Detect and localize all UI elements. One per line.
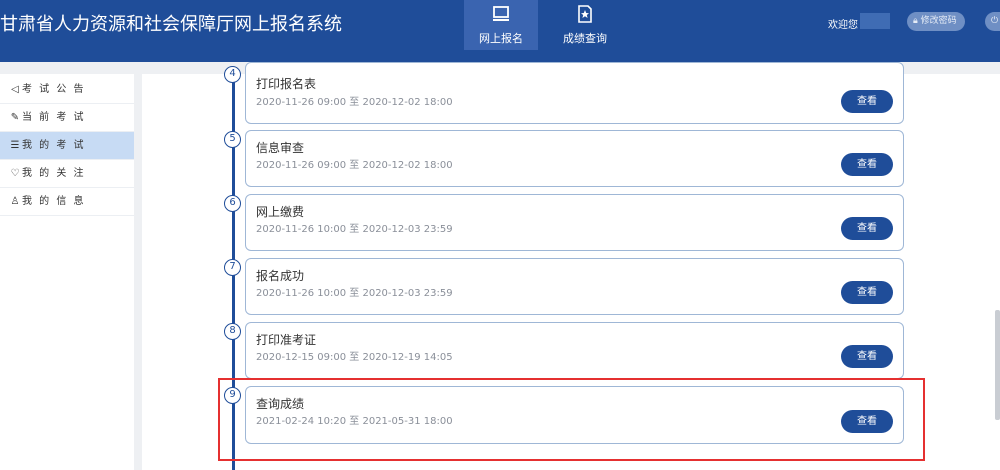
step-date: 2020-11-26 10:00 至 2020-12-03 23:59 [256, 288, 453, 299]
sidebar-item-label: 我 的 信 息 [22, 196, 86, 207]
step-title: 信息审查 [256, 141, 305, 155]
sidebar-item-label: 当 前 考 试 [22, 112, 86, 123]
step-card: 报名成功 2020-11-26 10:00 至 2020-12-03 23:59… [245, 258, 904, 315]
change-password-button[interactable]: 🔒︎ 修改密码 [907, 12, 965, 31]
speaker-icon: ◁ [11, 84, 19, 95]
list-icon: ☰ [10, 140, 20, 151]
logout-button[interactable]: ⏻ 退 [985, 12, 1000, 31]
step-date: 2020-12-15 09:00 至 2020-12-19 14:05 [256, 352, 453, 363]
nav-online-registration[interactable]: 网上报名 [464, 0, 538, 50]
sidebar-item-my-exams[interactable]: ☰ 我 的 考 试 [0, 132, 134, 160]
power-icon: ⏻ [991, 16, 999, 26]
sidebar: ◁ 考 试 公 告 ✎ 当 前 考 试 ☰ 我 的 考 试 ♡ 我 的 关 注 ♙ 我 的… [0, 74, 134, 470]
view-button[interactable]: 查看 [841, 90, 893, 113]
step-number: 4 [224, 66, 241, 83]
top-header: 甘肃省人力资源和社会保障厅网上报名系统 网上报名 成绩查询 欢迎您 🔒︎ 修改密… [0, 0, 1000, 62]
document-star-icon [578, 5, 592, 23]
step-number: 9 [224, 387, 241, 404]
view-button[interactable]: 查看 [841, 153, 893, 176]
username-redacted [860, 13, 890, 29]
view-button[interactable]: 查看 [841, 217, 893, 240]
step-date: 2020-11-26 09:00 至 2020-12-02 18:00 [256, 97, 453, 108]
lock-icon: 🔒︎ [913, 16, 918, 26]
heart-icon: ♡ [10, 168, 20, 179]
sidebar-item-label: 我 的 考 试 [22, 140, 86, 151]
step-card: 打印报名表 2020-11-26 09:00 至 2020-12-02 18:0… [245, 62, 904, 124]
step-card: 查询成绩 2021-02-24 10:20 至 2021-05-31 18:00… [245, 386, 904, 444]
step-title: 报名成功 [256, 269, 305, 283]
step-number: 8 [224, 323, 241, 340]
view-button[interactable]: 查看 [841, 345, 893, 368]
view-button[interactable]: 查看 [841, 410, 893, 433]
step-title: 网上缴费 [256, 205, 305, 219]
step-card: 打印准考证 2020-12-15 09:00 至 2020-12-19 14:0… [245, 322, 904, 379]
change-password-label: 修改密码 [920, 16, 957, 26]
sidebar-item-label: 我 的 关 注 [22, 168, 86, 179]
sidebar-item-current-exams[interactable]: ✎ 当 前 考 试 [0, 104, 134, 132]
step-card: 信息审查 2020-11-26 09:00 至 2020-12-02 18:00… [245, 130, 904, 187]
nav-label: 成绩查询 [563, 32, 607, 45]
step-date: 2020-11-26 09:00 至 2020-12-02 18:00 [256, 160, 453, 171]
sidebar-item-label: 考 试 公 告 [22, 84, 86, 95]
step-card: 网上缴费 2020-11-26 10:00 至 2020-12-03 23:59… [245, 194, 904, 251]
step-date: 2020-11-26 10:00 至 2020-12-03 23:59 [256, 224, 453, 235]
scrollbar[interactable] [995, 310, 1000, 420]
edit-icon: ✎ [10, 112, 20, 123]
sidebar-item-exam-announcements[interactable]: ◁ 考 试 公 告 [0, 76, 134, 104]
nav-score-query[interactable]: 成绩查询 [548, 0, 622, 50]
view-button[interactable]: 查看 [841, 281, 893, 304]
step-title: 查询成绩 [256, 397, 305, 411]
monitor-icon [493, 6, 509, 21]
step-date: 2021-02-24 10:20 至 2021-05-31 18:00 [256, 416, 453, 427]
welcome-text: 欢迎您 [828, 20, 858, 31]
sidebar-item-my-follows[interactable]: ♡ 我 的 关 注 [0, 160, 134, 188]
sidebar-item-my-info[interactable]: ♙ 我 的 信 息 [0, 188, 134, 216]
step-number: 6 [224, 195, 241, 212]
step-number: 7 [224, 259, 241, 276]
app-title: 甘肃省人力资源和社会保障厅网上报名系统 [0, 14, 342, 35]
user-icon: ♙ [10, 196, 20, 207]
step-number: 5 [224, 131, 241, 148]
step-title: 打印准考证 [256, 333, 317, 347]
nav-label: 网上报名 [479, 32, 523, 45]
step-title: 打印报名表 [256, 77, 317, 91]
